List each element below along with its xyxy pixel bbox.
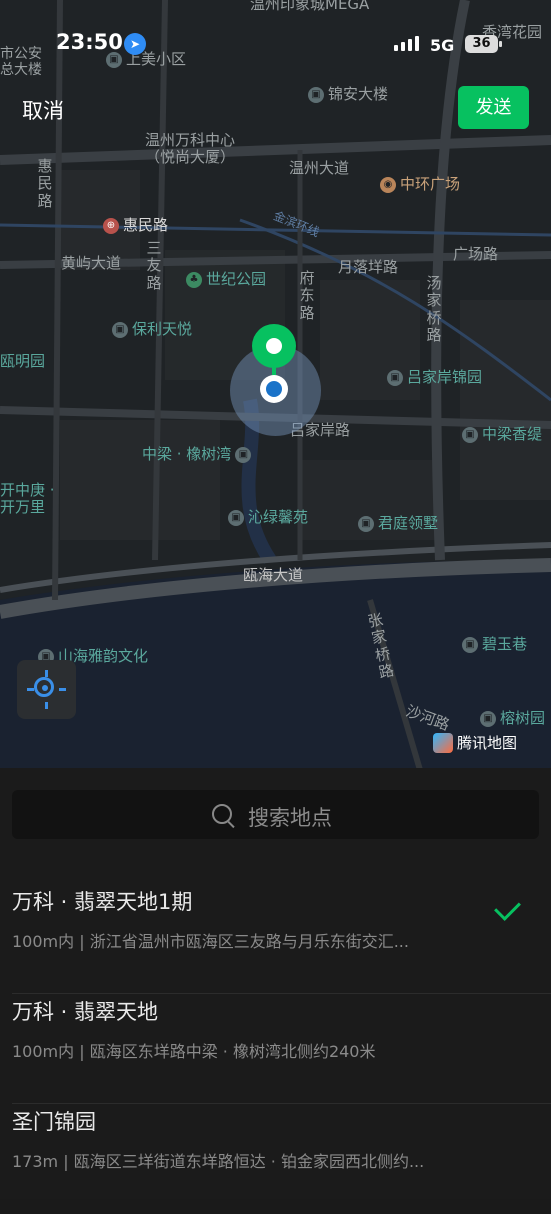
selected-location-pin-icon[interactable] — [252, 324, 296, 368]
map-poi-huimin-station: ⊕ 惠民路 — [103, 216, 169, 234]
status-bar: 23:50 ➤ 5G 36 — [0, 0, 551, 90]
map-label-shiji: 世纪公园 — [206, 270, 267, 288]
result-address: 100m内 | 瓯海区东垟路中梁 · 橡树湾北侧约240米 — [12, 1042, 376, 1061]
crosshair-tick — [59, 688, 66, 691]
map-poi-biyu: ▣ 碧玉巷 — [462, 635, 528, 653]
result-name: 万科 · 翡翠天地1期 — [12, 890, 193, 914]
map-poi-qinlv: ▣ 沁绿馨苑 — [228, 508, 309, 526]
crosshair-tick — [45, 702, 48, 709]
map-label-huimin-vertical: 惠民路 — [37, 157, 53, 210]
search-icon — [212, 804, 232, 824]
locate-me-button[interactable] — [17, 660, 76, 719]
divider — [12, 993, 551, 994]
building-icon: ▣ — [387, 369, 403, 386]
send-button[interactable]: 发送 — [458, 86, 529, 129]
map-label-wanke: 温州万科中心 （悦尚大厦） — [145, 131, 236, 167]
map-label-tangjia: 汤家桥路 — [426, 274, 442, 344]
search-placeholder: 搜索地点 — [248, 806, 332, 830]
building-icon: ▣ — [462, 426, 478, 443]
current-location-dot-icon — [260, 375, 288, 403]
building-icon: ▣ — [235, 446, 252, 463]
map-label-kaizhong: 开中庚 · 开万里 — [0, 481, 55, 517]
map-label-huimin: 惠民路 — [123, 216, 169, 234]
map-label-zhongliang-xiangshu: 中梁 · 橡树湾 — [142, 445, 232, 463]
map-label-fudong: 府东路 — [299, 269, 315, 322]
result-name: 圣门锦园 — [12, 1110, 96, 1134]
map-label-lvjia-jinxiu: 吕家岸锦园 — [407, 368, 483, 386]
checkmark-icon — [494, 894, 521, 921]
result-name: 万科 · 翡翠天地 — [12, 1000, 159, 1024]
search-input[interactable]: 搜索地点 — [12, 790, 539, 839]
map-label-ronghua: 榕树园 — [500, 709, 546, 727]
map-label-sanyou: 三友路 — [146, 239, 162, 292]
result-item[interactable]: 圣门锦园 173m | 瓯海区三垟街道东垟路恒达 · 铂金家园西北侧约... — [0, 1106, 551, 1214]
crosshair-tick — [45, 670, 48, 677]
result-address: 173m | 瓯海区三垟街道东垟路恒达 · 铂金家园西北侧约... — [12, 1152, 425, 1171]
metro-icon: ⊕ — [103, 217, 119, 234]
map-poi-zhongliang-xiangshu: 中梁 · 橡树湾 ▣ — [142, 445, 252, 463]
crosshair-icon — [34, 677, 54, 697]
brand-label: 腾讯地图 — [457, 734, 518, 752]
map-label-wenzhou-dadao: 温州大道 — [289, 159, 350, 177]
status-time: 23:50 — [56, 30, 123, 54]
park-icon: ♣ — [186, 271, 202, 288]
building-icon: ▣ — [112, 321, 128, 338]
crosshair-tick — [27, 688, 34, 691]
map-poi-junting: ▣ 君庭领墅 — [358, 514, 439, 532]
location-arrow-icon: ➤ — [124, 33, 146, 55]
tencent-map-logo-icon — [433, 732, 453, 753]
result-item[interactable]: 万科 · 翡翠天地1期 100m内 | 浙江省温州市瓯海区三友路与月乐东街交汇.… — [0, 886, 551, 994]
network-type: 5G — [430, 36, 455, 55]
map-label-zhonghuan: 中环广场 — [400, 175, 461, 193]
map-label-huangyu: 黄屿大道 — [61, 254, 122, 272]
map-poi-shiji: ♣ 世纪公园 — [186, 270, 267, 288]
map-label-junting: 君庭领墅 — [378, 514, 439, 532]
result-address: 100m内 | 浙江省温州市瓯海区三友路与月乐东街交汇... — [12, 932, 409, 951]
map-poi-zhonghuan: ◉ 中环广场 — [380, 175, 461, 193]
map-label-yueluo: 月落垟路 — [338, 258, 399, 276]
map-label-guangchang: 广场路 — [453, 245, 499, 263]
map-poi-lvjia-jinxiu: ▣ 吕家岸锦园 — [387, 368, 483, 386]
location-results-sheet: 搜索地点 万科 · 翡翠天地1期 100m内 | 浙江省温州市瓯海区三友路与月乐… — [0, 768, 551, 1199]
building-icon: ▣ — [228, 509, 244, 526]
building-icon: ▣ — [462, 636, 478, 653]
map-poi-zhongliang-xiang: ▣ 中梁香缇 — [462, 425, 543, 443]
map-label-mingyuan: 瓯明园 — [0, 352, 46, 370]
result-item[interactable]: 万科 · 翡翠天地 100m内 | 瓯海区东垟路中梁 · 橡树湾北侧约240米 — [0, 996, 551, 1104]
building-icon: ▣ — [358, 515, 374, 532]
map-label-qinlv: 沁绿馨苑 — [248, 508, 309, 526]
map-poi-baoli: ▣ 保利天悦 — [112, 320, 193, 338]
map-label-biyu: 碧玉巷 — [482, 635, 528, 653]
map-brand: 腾讯地图 — [433, 732, 517, 753]
map-label-zhongliang-xiang: 中梁香缇 — [482, 425, 543, 443]
signal-icon — [394, 36, 419, 51]
map-poi-ronghua: ▣ 榕树园 — [480, 709, 546, 727]
building-icon: ▣ — [480, 710, 496, 727]
battery-icon: 36 — [465, 35, 502, 53]
cancel-button[interactable]: 取消 — [22, 95, 64, 125]
divider — [12, 1103, 551, 1104]
shopping-icon: ◉ — [380, 176, 396, 193]
map-label-baoli: 保利天悦 — [132, 320, 193, 338]
map-label-ouhai: 瓯海大道 — [243, 566, 304, 584]
